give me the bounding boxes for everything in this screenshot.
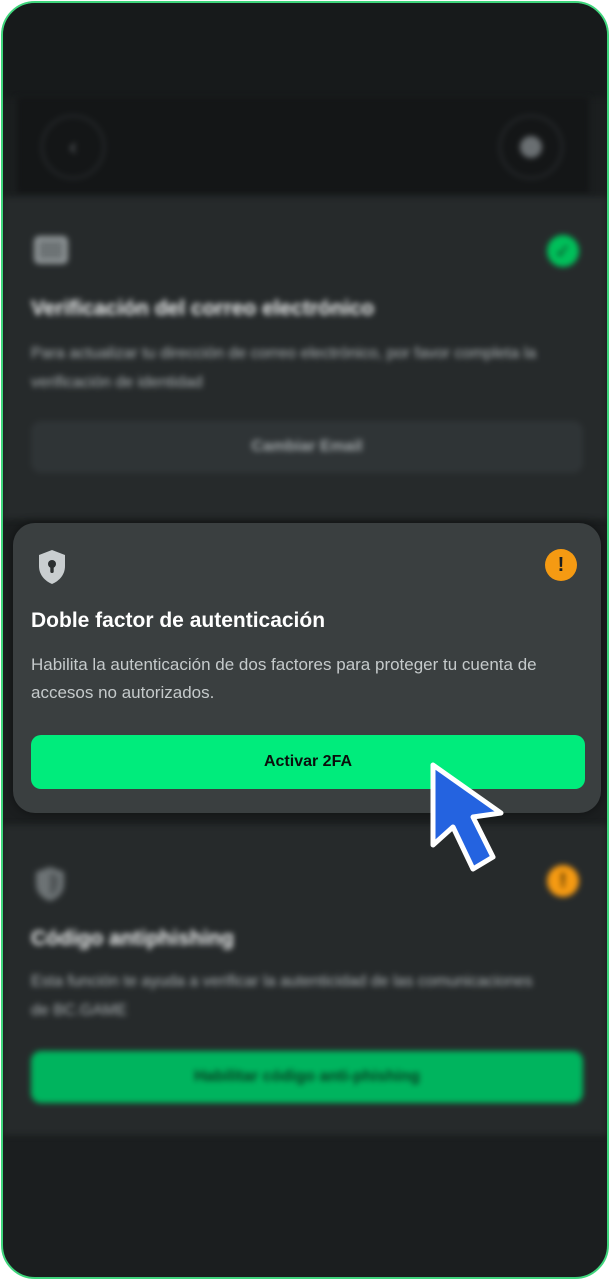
chevron-left-icon: ‹ [69, 134, 77, 159]
exclamation-icon: ! [547, 865, 579, 897]
change-email-button[interactable]: Cambiar Email [31, 421, 583, 473]
gear-icon [520, 136, 542, 158]
status-area [3, 3, 607, 97]
enable-antiphishing-button[interactable]: Habilitar código anti-phishing [31, 1051, 583, 1103]
check-icon: ✓ [547, 235, 579, 267]
email-card-description: Para actualizar tu dirección de correo e… [31, 345, 537, 391]
two-factor-description: Habilita la autenticación de dos factore… [31, 655, 537, 702]
email-card-title: Verificación del correo electrónico [31, 297, 375, 320]
envelope-icon [34, 236, 68, 264]
phone-frame: ‹ ✓ Verificación del correo electrónico … [1, 1, 609, 1279]
exclamation-icon: ! [545, 549, 577, 581]
back-button[interactable]: ‹ [41, 115, 105, 179]
two-factor-title: Doble factor de autenticación [31, 609, 326, 632]
settings-button[interactable] [499, 115, 563, 179]
email-verification-card: ✓ Verificación del correo electrónico Pa… [3, 197, 607, 519]
antiphishing-card-title: Código antiphishing [31, 927, 234, 950]
antiphishing-card-description: Esta función te ayuda a verificar la aut… [31, 973, 533, 1019]
mouse-pointer-icon [430, 762, 504, 872]
shield-icon [36, 867, 64, 901]
shield-keyhole-icon [39, 550, 65, 584]
top-header: ‹ [17, 97, 589, 193]
